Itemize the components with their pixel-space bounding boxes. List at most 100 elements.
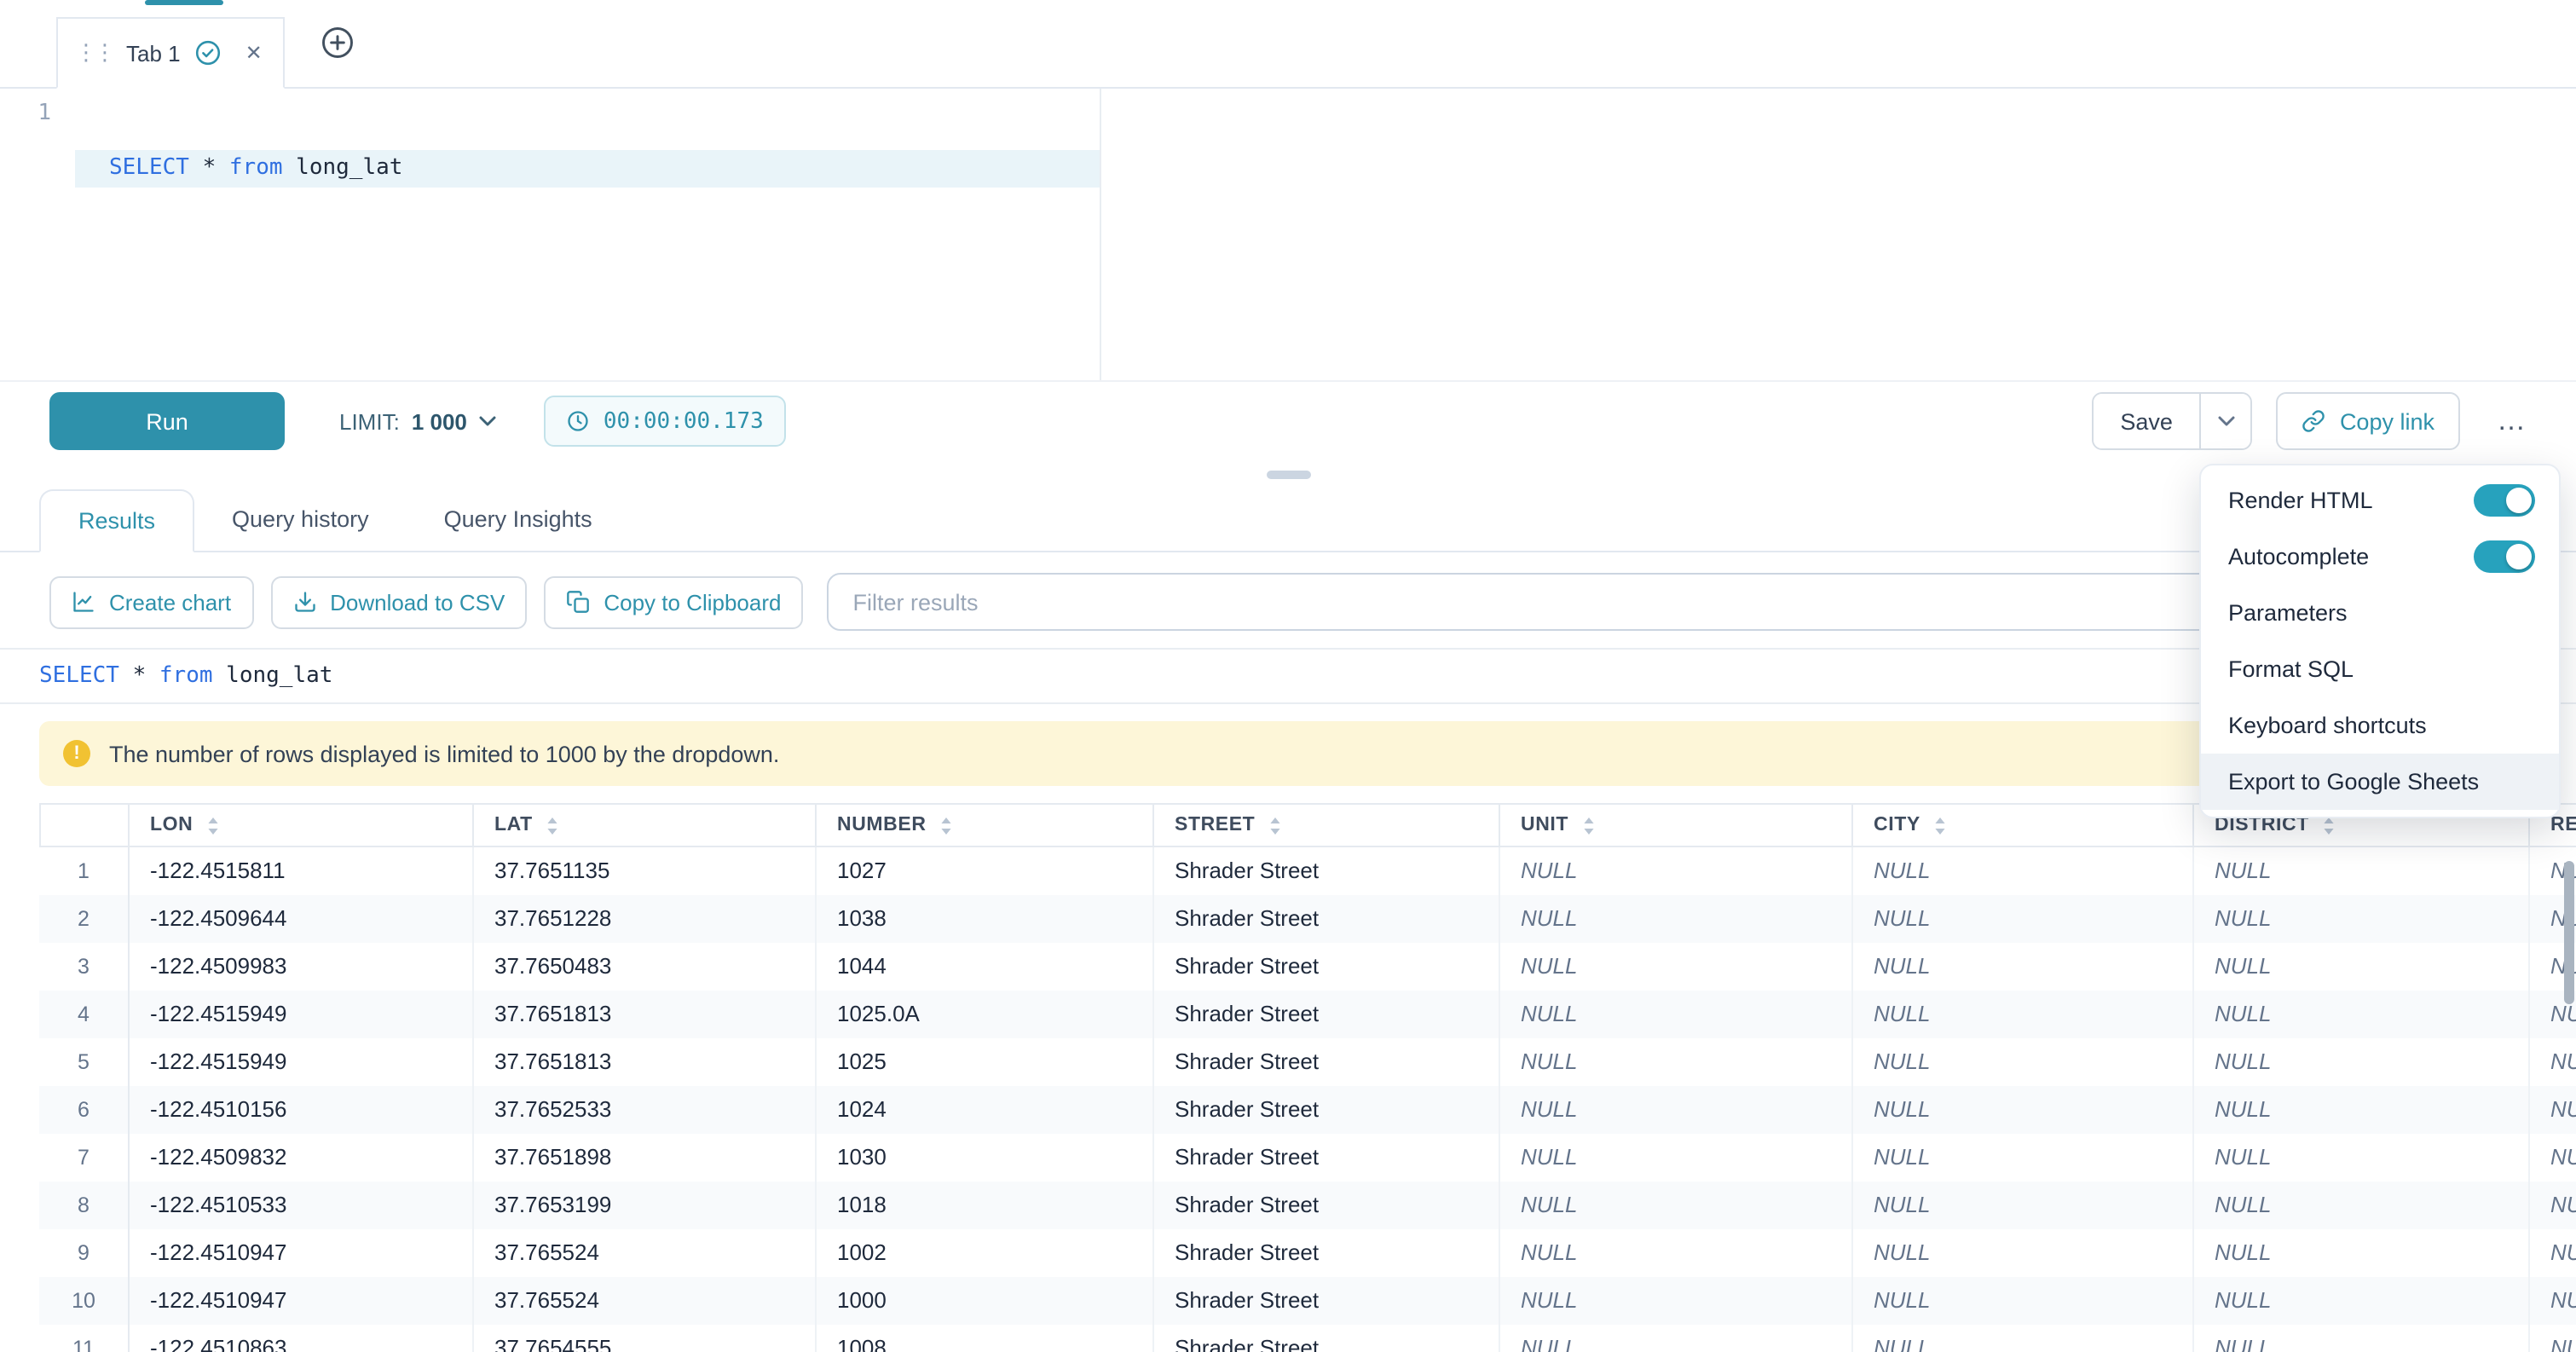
table-cell: Shrader Street xyxy=(1154,895,1500,943)
save-split-button: Save xyxy=(2091,392,2253,450)
table-cell: Shrader Street xyxy=(1154,1229,1500,1277)
toggle-switch[interactable] xyxy=(2474,484,2535,517)
limit-label: LIMIT: xyxy=(339,408,400,434)
copy-link-label: Copy link xyxy=(2340,408,2434,434)
sql-keyword: SELECT xyxy=(39,663,119,689)
run-button[interactable]: Run xyxy=(49,392,285,450)
drag-handle-icon[interactable]: ⋮⋮ xyxy=(75,39,113,66)
table-cell: 37.765524 xyxy=(474,1277,817,1325)
download-icon xyxy=(292,590,316,614)
table-row[interactable]: 2-122.450964437.76512281038Shrader Stree… xyxy=(39,895,2576,943)
sort-icon[interactable] xyxy=(1582,816,1596,835)
table-row[interactable]: 9-122.451094737.7655241002Shrader Street… xyxy=(39,1229,2576,1277)
row-number: 10 xyxy=(39,1277,130,1325)
toggle-switch[interactable] xyxy=(2474,540,2535,573)
sort-icon[interactable] xyxy=(2323,816,2336,835)
table-row[interactable]: 10-122.451094737.7655241000Shrader Stree… xyxy=(39,1277,2576,1325)
sql-editor[interactable]: 1 SELECT * from long_lat xyxy=(0,89,2576,382)
menu-item-autocomplete[interactable]: Autocomplete xyxy=(2201,529,2559,585)
editor-code-area[interactable]: SELECT * from long_lat xyxy=(75,89,2576,380)
executed-query-display: SELECT * from long_lat xyxy=(0,648,2576,704)
table-cell: NULL xyxy=(2194,1182,2530,1229)
code-line[interactable]: SELECT * from long_lat xyxy=(75,150,1100,188)
resize-handle[interactable] xyxy=(1266,470,1310,478)
table-cell: 37.765524 xyxy=(474,1229,817,1277)
table-cell: NULL xyxy=(1500,1086,1853,1134)
query-timer: 00:00:00.173 xyxy=(544,396,786,447)
row-number: 4 xyxy=(39,991,130,1038)
tab-query-history-label: Query history xyxy=(232,506,369,532)
row-number: 3 xyxy=(39,943,130,991)
sql-identifier: long_lat xyxy=(283,155,403,181)
editor-pane-divider[interactable] xyxy=(1100,89,1101,380)
table-cell: NULL xyxy=(1853,1277,2194,1325)
table-row[interactable]: 3-122.450998337.76504831044Shrader Stree… xyxy=(39,943,2576,991)
menu-item-keyboard-shortcuts[interactable]: Keyboard shortcuts xyxy=(2201,697,2559,754)
column-header-street[interactable]: STREET xyxy=(1154,803,1500,847)
table-cell: 37.7651813 xyxy=(474,991,817,1038)
scrollbar-thumb[interactable] xyxy=(2564,861,2574,1004)
table-cell: NULL xyxy=(2194,943,2530,991)
table-cell: NULL xyxy=(1853,991,2194,1038)
column-header-city[interactable]: CITY xyxy=(1853,803,2194,847)
table-cell: NULL xyxy=(1853,1229,2194,1277)
table-cell: -122.4509983 xyxy=(130,943,474,991)
table-row[interactable]: 8-122.451053337.76531991018Shrader Stree… xyxy=(39,1182,2576,1229)
save-options-button[interactable] xyxy=(2200,394,2251,448)
close-tab-icon[interactable]: ✕ xyxy=(245,41,263,65)
menu-item-parameters[interactable]: Parameters xyxy=(2201,585,2559,641)
column-label: LON xyxy=(150,815,193,835)
table-row[interactable]: 11-122.451086337.76545551008Shrader Stre… xyxy=(39,1325,2576,1352)
table-cell: 37.7651898 xyxy=(474,1134,817,1182)
sort-icon[interactable] xyxy=(206,816,220,835)
table-cell: 37.7654555 xyxy=(474,1325,817,1352)
more-options-button[interactable]: … xyxy=(2487,396,2535,447)
table-row[interactable]: 5-122.451594937.76518131025Shrader Stree… xyxy=(39,1038,2576,1086)
save-button[interactable]: Save xyxy=(2093,394,2200,448)
table-cell: NULL xyxy=(1500,1325,1853,1352)
column-header-lat[interactable]: LAT xyxy=(474,803,817,847)
create-chart-button[interactable]: Create chart xyxy=(49,575,253,628)
sort-icon[interactable] xyxy=(940,816,954,835)
add-tab-button[interactable] xyxy=(319,23,356,61)
table-cell: NULL xyxy=(1853,895,2194,943)
sort-icon[interactable] xyxy=(546,816,560,835)
vertical-scrollbar[interactable] xyxy=(2562,847,2576,1352)
sort-icon[interactable] xyxy=(1268,816,1282,835)
table-cell: Shrader Street xyxy=(1154,1038,1500,1086)
limit-dropdown[interactable]: LIMIT: 1 000 xyxy=(339,408,496,434)
menu-item-render-html[interactable]: Render HTML xyxy=(2201,472,2559,529)
table-cell: -122.4509832 xyxy=(130,1134,474,1182)
table-cell: 37.7650483 xyxy=(474,943,817,991)
table-row[interactable]: 7-122.450983237.76518981030Shrader Stree… xyxy=(39,1134,2576,1182)
active-tab-indicator xyxy=(145,0,223,5)
table-row[interactable]: 1-122.451581137.76511351027Shrader Stree… xyxy=(39,847,2576,895)
table-cell: 1027 xyxy=(817,847,1154,895)
table-cell: NULL xyxy=(1500,943,1853,991)
table-cell: Shrader Street xyxy=(1154,1086,1500,1134)
table-row[interactable]: 4-122.451594937.76518131025.0AShrader St… xyxy=(39,991,2576,1038)
tab-query-insights[interactable]: Query Insights xyxy=(407,488,630,551)
copy-to-clipboard-button[interactable]: Copy to Clipboard xyxy=(544,575,803,628)
sort-icon[interactable] xyxy=(1934,816,1948,835)
tab-tab1[interactable]: ⋮⋮ Tab 1 ✕ xyxy=(56,17,285,89)
table-row[interactable]: 6-122.451015637.76525331024Shrader Stree… xyxy=(39,1086,2576,1134)
column-header-unit[interactable]: UNIT xyxy=(1500,803,1853,847)
tab-query-history[interactable]: Query history xyxy=(194,488,407,551)
table-cell: NULL xyxy=(1500,991,1853,1038)
table-cell: NULL xyxy=(2194,1277,2530,1325)
table-cell: NULL xyxy=(1853,1134,2194,1182)
copy-to-clipboard-label: Copy to Clipboard xyxy=(604,589,781,615)
menu-item-format-sql[interactable]: Format SQL xyxy=(2201,641,2559,697)
column-header-number[interactable]: NUMBER xyxy=(817,803,1154,847)
create-chart-label: Create chart xyxy=(109,589,231,615)
download-csv-button[interactable]: Download to CSV xyxy=(270,575,527,628)
tab-results[interactable]: Results xyxy=(39,489,194,552)
row-number: 11 xyxy=(39,1325,130,1352)
column-header-lon[interactable]: LON xyxy=(130,803,474,847)
table-cell: -122.4510863 xyxy=(130,1325,474,1352)
menu-item-export-to-google-sheets[interactable]: Export to Google Sheets xyxy=(2201,754,2559,810)
chevron-down-icon xyxy=(2218,416,2235,426)
copy-link-button[interactable]: Copy link xyxy=(2277,392,2460,450)
download-csv-label: Download to CSV xyxy=(330,589,505,615)
